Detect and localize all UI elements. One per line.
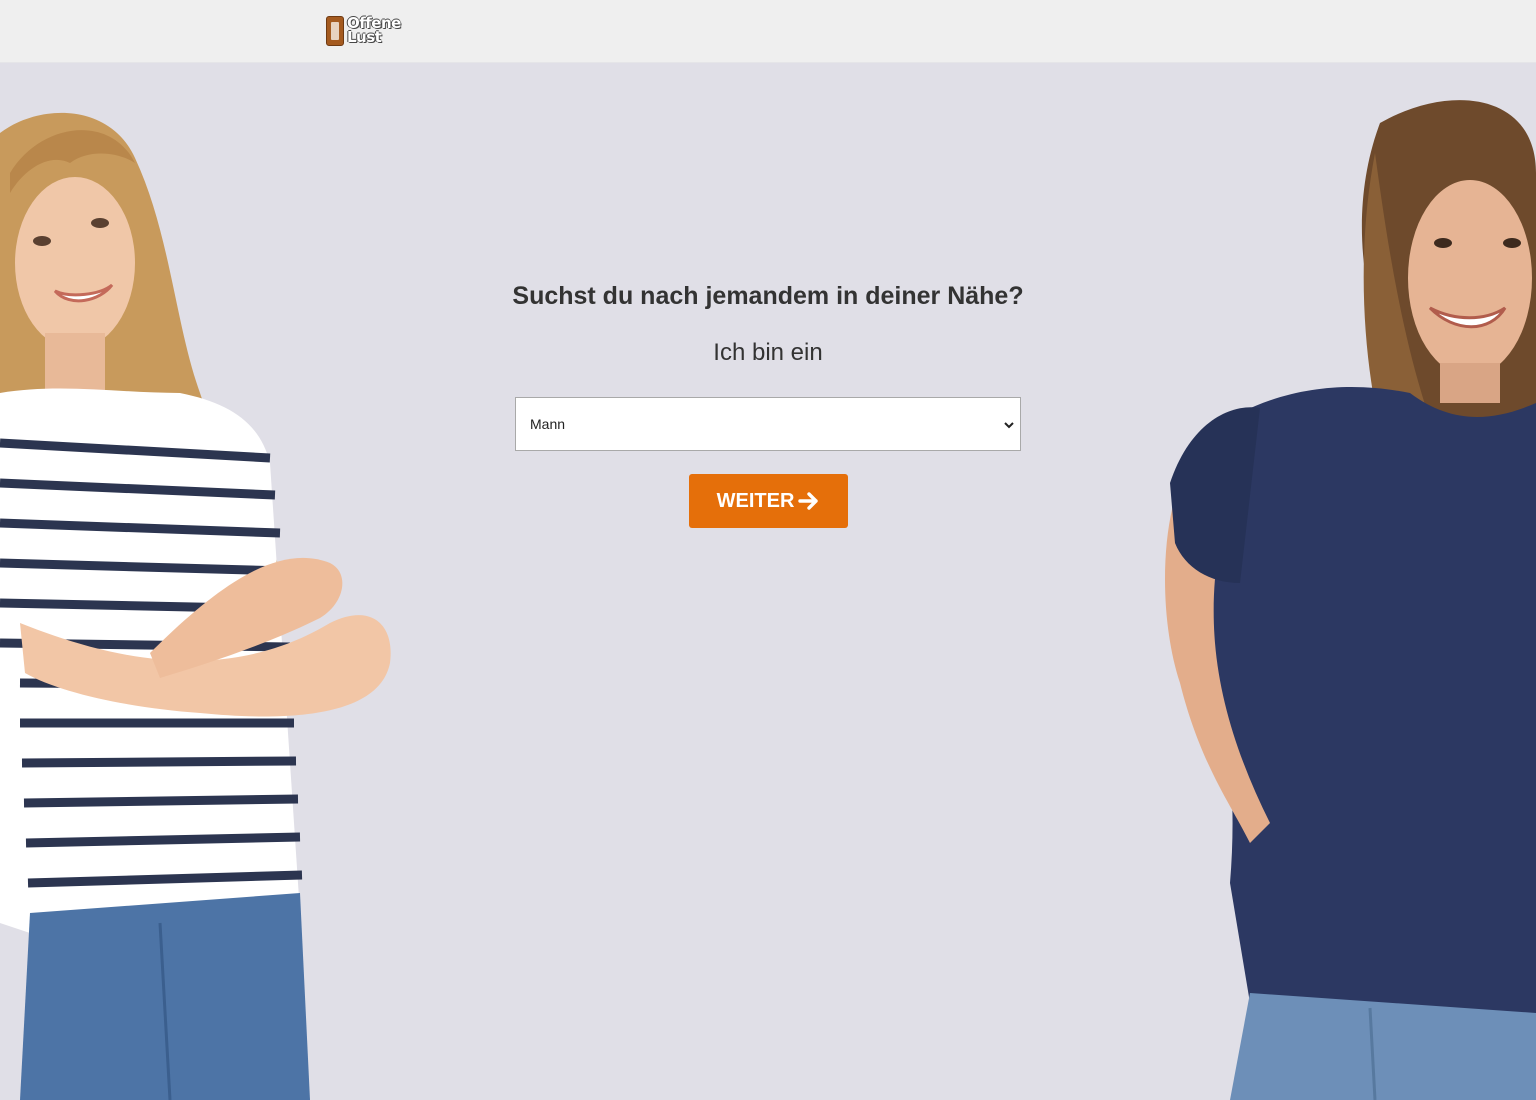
page-headline: Suchst du nach jemandem in deiner Nähe? [512,282,1024,310]
logo-text-line2: Lust [347,28,382,46]
hero-image-left [0,112,391,1100]
arrow-right-icon [798,492,819,510]
continue-button[interactable]: WEITER [689,474,848,528]
site-logo[interactable]: Offene Lust [326,15,406,47]
gender-select-value: Mann [530,416,566,432]
hero-section: Suchst du nach jemandem in deiner Nähe? … [0,63,1536,1100]
gender-select[interactable]: Mann [515,397,1021,451]
hero-image-right [1165,100,1536,1100]
chevron-down-icon [1004,422,1014,429]
logo-badge-icon [326,16,344,46]
top-bar: Offene Lust [0,0,1536,63]
continue-button-label: WEITER [716,489,795,512]
form-prompt: Ich bin ein [713,339,823,366]
